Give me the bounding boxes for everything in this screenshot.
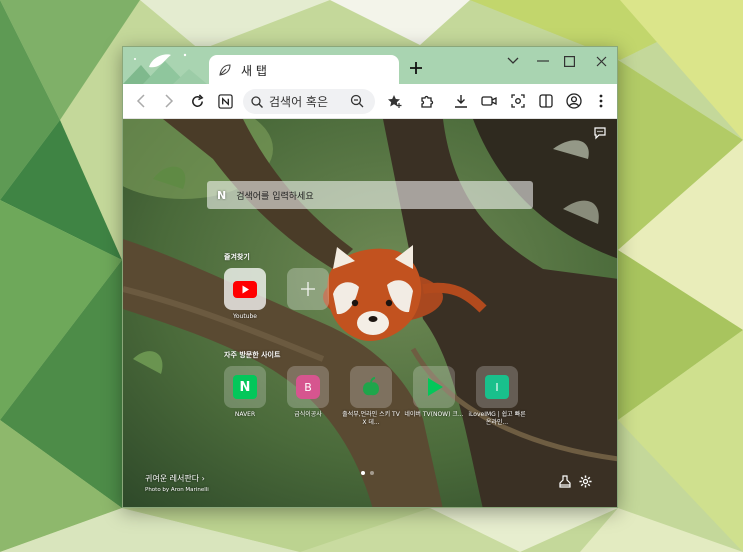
page-dot-active[interactable] bbox=[361, 471, 365, 475]
chevron-right-icon: › bbox=[201, 474, 205, 483]
frequent-tile-label: iLoveIMG | 쉽고 빠른 온라인... bbox=[468, 411, 526, 426]
sidebar-icon bbox=[539, 94, 553, 108]
frequent-tile-iloveimg[interactable]: I bbox=[476, 366, 518, 408]
title-bar: 새 탭 bbox=[123, 47, 617, 85]
reload-button[interactable] bbox=[187, 91, 207, 111]
browser-window: 새 탭 검색어 혹은 N 검색어를 입력하세요 즐겨찾기 Youtube 자주 … bbox=[122, 46, 618, 508]
frequent-tile-naver-tv[interactable] bbox=[413, 366, 455, 408]
zoom-button[interactable] bbox=[347, 91, 367, 111]
frequent-sites-heading: 자주 방문한 사이트 bbox=[224, 351, 281, 359]
close-button[interactable] bbox=[591, 53, 611, 69]
photo-credit: Photo by Aron Marinelli bbox=[145, 487, 209, 493]
frequent-tile-label: 급식이공사 bbox=[294, 411, 322, 418]
more-vertical-icon bbox=[599, 94, 603, 108]
back-button[interactable] bbox=[131, 91, 151, 111]
tab-new-tab[interactable]: 새 탭 bbox=[209, 55, 399, 85]
forward-button[interactable] bbox=[159, 91, 179, 111]
green-leaf-icon bbox=[363, 377, 379, 396]
naver-logo-icon: N bbox=[217, 188, 227, 202]
arrow-left-icon bbox=[136, 94, 145, 108]
toolbar: 검색어 혹은 bbox=[123, 84, 617, 119]
plus-icon bbox=[301, 282, 315, 296]
favorite-tile-label: Youtube bbox=[233, 313, 257, 320]
video-camera-icon bbox=[481, 96, 497, 106]
frequent-tile-label: NAVER bbox=[234, 411, 256, 418]
settings-button[interactable] bbox=[579, 473, 593, 488]
photo-title: 귀여운 레서판다 bbox=[145, 474, 200, 483]
site-letter-icon: B bbox=[296, 375, 320, 399]
frequent-tile-naver[interactable]: N bbox=[224, 366, 266, 408]
plus-icon bbox=[410, 62, 422, 74]
extensions-button[interactable] bbox=[417, 91, 437, 111]
add-favorite-button[interactable] bbox=[385, 91, 405, 111]
profile-icon bbox=[566, 93, 582, 109]
leaf-icon bbox=[219, 61, 231, 80]
downloads-button[interactable] bbox=[451, 91, 471, 111]
chevron-down-icon bbox=[507, 57, 519, 64]
frequent-tile-label: 네이버 TV(NOW) 크... bbox=[404, 411, 464, 418]
address-bar-text: 검색어 혹은 bbox=[269, 95, 329, 109]
home-naver-button[interactable] bbox=[215, 91, 235, 111]
photo-title-link[interactable]: 귀여운 레서판다 › bbox=[145, 473, 205, 484]
tab-title: 새 탭 bbox=[241, 63, 267, 78]
play-icon bbox=[428, 378, 443, 396]
capture-button[interactable] bbox=[508, 91, 528, 111]
tab-list-button[interactable] bbox=[503, 53, 523, 69]
new-tab-button[interactable] bbox=[407, 59, 425, 77]
page-indicator bbox=[361, 471, 374, 475]
theme-leaf-artwork bbox=[123, 53, 207, 84]
add-favorite-tile[interactable] bbox=[287, 268, 329, 310]
page-dot[interactable] bbox=[370, 471, 374, 475]
screen-capture-icon bbox=[511, 94, 525, 108]
background-change-button[interactable] bbox=[559, 473, 573, 488]
minimize-icon bbox=[537, 60, 549, 62]
naver-search-box[interactable]: N 검색어를 입력하세요 bbox=[207, 181, 533, 209]
background-photo bbox=[123, 119, 617, 507]
video-button[interactable] bbox=[479, 91, 499, 111]
youtube-icon bbox=[233, 280, 257, 298]
feedback-button[interactable] bbox=[593, 125, 607, 140]
close-icon bbox=[596, 56, 606, 66]
menu-button[interactable] bbox=[591, 91, 611, 111]
puzzle-icon bbox=[421, 95, 434, 108]
gear-icon bbox=[579, 475, 592, 488]
profile-button[interactable] bbox=[564, 91, 584, 111]
download-icon bbox=[455, 95, 467, 108]
naver-home-icon bbox=[217, 93, 233, 109]
maximize-button[interactable] bbox=[559, 53, 579, 69]
chat-bubble-icon bbox=[594, 127, 606, 140]
star-plus-icon bbox=[388, 95, 402, 108]
maximize-icon bbox=[563, 55, 575, 67]
new-tab-page: N 검색어를 입력하세요 즐겨찾기 Youtube 자주 방문한 사이트 N N… bbox=[123, 119, 617, 507]
favorite-tile-youtube[interactable] bbox=[224, 268, 266, 310]
favorites-heading: 즐겨찾기 bbox=[224, 253, 250, 261]
naver-icon: N bbox=[233, 375, 257, 399]
frequent-tile-b[interactable]: B bbox=[287, 366, 329, 408]
search-icon bbox=[251, 95, 263, 108]
frequent-tile-green[interactable] bbox=[350, 366, 392, 408]
arrow-right-icon bbox=[165, 94, 174, 108]
paint-bucket-icon bbox=[559, 475, 571, 488]
site-letter-icon: I bbox=[485, 375, 509, 399]
search-placeholder: 검색어를 입력하세요 bbox=[236, 191, 314, 202]
zoom-out-icon bbox=[350, 94, 364, 108]
minimize-button[interactable] bbox=[533, 53, 553, 69]
frequent-tile-label: 출석부,언라인 스키 TV X 데... bbox=[342, 411, 400, 426]
sidebar-button[interactable] bbox=[536, 91, 556, 111]
reload-icon bbox=[191, 93, 203, 107]
